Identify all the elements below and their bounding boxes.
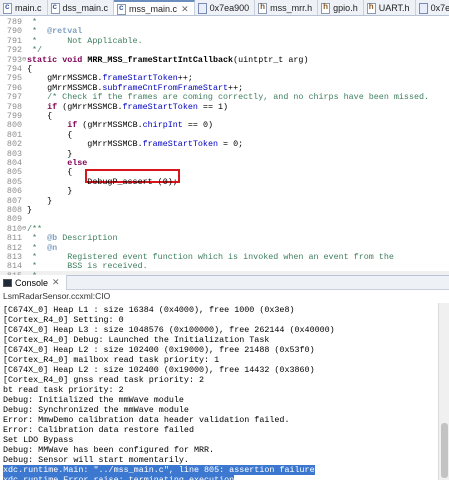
code-line[interactable]: 798 if (gMrrMSSMCB.frameStartToken == 1) — [0, 101, 449, 112]
tab-label: 0x7ea900 — [209, 3, 250, 13]
h-file-icon — [366, 2, 376, 14]
tab-dss-main-c[interactable]: dss_main.c — [48, 0, 115, 15]
close-icon[interactable]: ✕ — [52, 277, 60, 288]
disassembly-icon — [418, 2, 428, 14]
console-line: Error: Calibration data restore failed — [3, 425, 194, 435]
code-text: * BSS is received. — [27, 261, 148, 272]
console-icon — [3, 278, 12, 287]
tab-label: UART.h — [378, 3, 410, 13]
console-view-header: Console ✕ — [0, 275, 449, 290]
code-line[interactable]: 806 } — [0, 186, 449, 196]
console-line: [Cortex_R4_0] Debug: Launched the Initia… — [3, 335, 270, 345]
c-file-icon — [117, 3, 127, 15]
console-output[interactable]: [C674X_0] Heap L1 : size 16384 (0x4000),… — [0, 303, 438, 480]
tab-0x7ea900[interactable]: 0x7ea900 — [416, 0, 449, 15]
c-file-icon — [50, 2, 60, 14]
tab-label: 0x7ea900 — [430, 3, 449, 13]
console-line: [C674X_0] Heap L2 : size 102400 (0x19000… — [3, 345, 315, 355]
console-line: Set LDO Bypass — [3, 435, 74, 445]
tab-mss-main-c[interactable]: mss_main.c✕ — [114, 0, 195, 15]
h-file-icon — [258, 2, 268, 14]
code-line[interactable]: 793 ⊖ static void MRR_MSS_frameStartIntCal… — [0, 54, 449, 65]
console-line: Debug: Initialized the mmWave module — [3, 395, 184, 405]
disassembly-icon — [197, 2, 207, 14]
editor-tab-bar: main.c dss_main.c mss_main.c✕ 0x7ea900 mss_m… — [0, 0, 449, 16]
tab-main-c[interactable]: main.c — [0, 0, 48, 15]
console-line: [C674X_0] Heap L3 : size 1048576 (0x1000… — [3, 325, 335, 335]
tab-uart-h[interactable]: UART.h — [364, 0, 416, 15]
console-line: Debug: MMWave has been configured for MR… — [3, 445, 215, 455]
console-line: [C674X_0] Heap L1 : size 16384 (0x4000),… — [3, 305, 295, 315]
tab-label: mss_main.c — [129, 4, 178, 14]
tab-gpio-h[interactable]: gpio.h — [318, 0, 364, 15]
console-line: xdc.runtime.Main: "../mss_main.c", line … — [3, 465, 315, 475]
tab-label: gpio.h — [333, 3, 358, 13]
console-line: bt read task priority: 2 — [3, 385, 124, 395]
close-icon[interactable]: ✕ — [181, 4, 189, 15]
tab-label: main.c — [15, 3, 42, 13]
console-vertical-scrollbar[interactable] — [438, 303, 449, 480]
code-text: } — [27, 205, 33, 215]
code-text: static void MRR_MSS_frameStartIntCallbac… — [27, 54, 309, 65]
code-line[interactable]: 811 * @b Description — [0, 233, 449, 243]
console-source-path: LsmRadarSensor.ccxml:CIO — [0, 290, 449, 303]
code-line[interactable]: 808} — [0, 205, 449, 215]
h-file-icon — [321, 2, 331, 14]
tab-mss-mrr-h[interactable]: mss_mrr.h — [255, 0, 319, 15]
console-line: [C674X_0] Heap L2 : size 102400 (0x19000… — [3, 365, 315, 375]
code-text: * Not Applicable. — [27, 35, 143, 46]
code-line[interactable]: 791 * Not Applicable. — [0, 35, 449, 46]
code-text: if (gMrrMSSMCB.frameStartToken == 1) — [47, 101, 229, 112]
console-line: Debug: Sensor will start momentarily. — [3, 455, 189, 465]
c-file-icon — [3, 2, 12, 14]
tab-0x7ea900[interactable]: 0x7ea900 — [195, 0, 256, 15]
code-line[interactable]: 814 * BSS is received. — [0, 261, 449, 272]
code-line[interactable]: 807 } — [0, 196, 449, 206]
console-line: Debug: Synchronized the mmWave module — [3, 405, 189, 415]
code-editor[interactable]: 789 * 790 * @retval 791 * Not Applicable. 7… — [0, 16, 449, 275]
scrollbar-thumb[interactable] — [441, 423, 448, 478]
console-line: [Cortex_R4_0] mailbox read task priority… — [3, 355, 220, 365]
code-line[interactable]: 809 — [0, 214, 449, 224]
console-line: xdc.runtime.Error.raise: terminating exe… — [3, 475, 235, 480]
console-line: [Cortex_R4_0] Setting: 0 — [3, 315, 124, 325]
tab-label: dss_main.c — [62, 3, 109, 13]
console-line: [Cortex_R4_0] gnss read task priority: 2 — [3, 375, 205, 385]
tab-label: mss_mrr.h — [270, 3, 313, 13]
console-tab[interactable]: Console ✕ — [0, 275, 67, 290]
console-tab-label: Console — [15, 277, 49, 288]
console-line: Error: MmwDemo calibration data header v… — [3, 415, 290, 425]
